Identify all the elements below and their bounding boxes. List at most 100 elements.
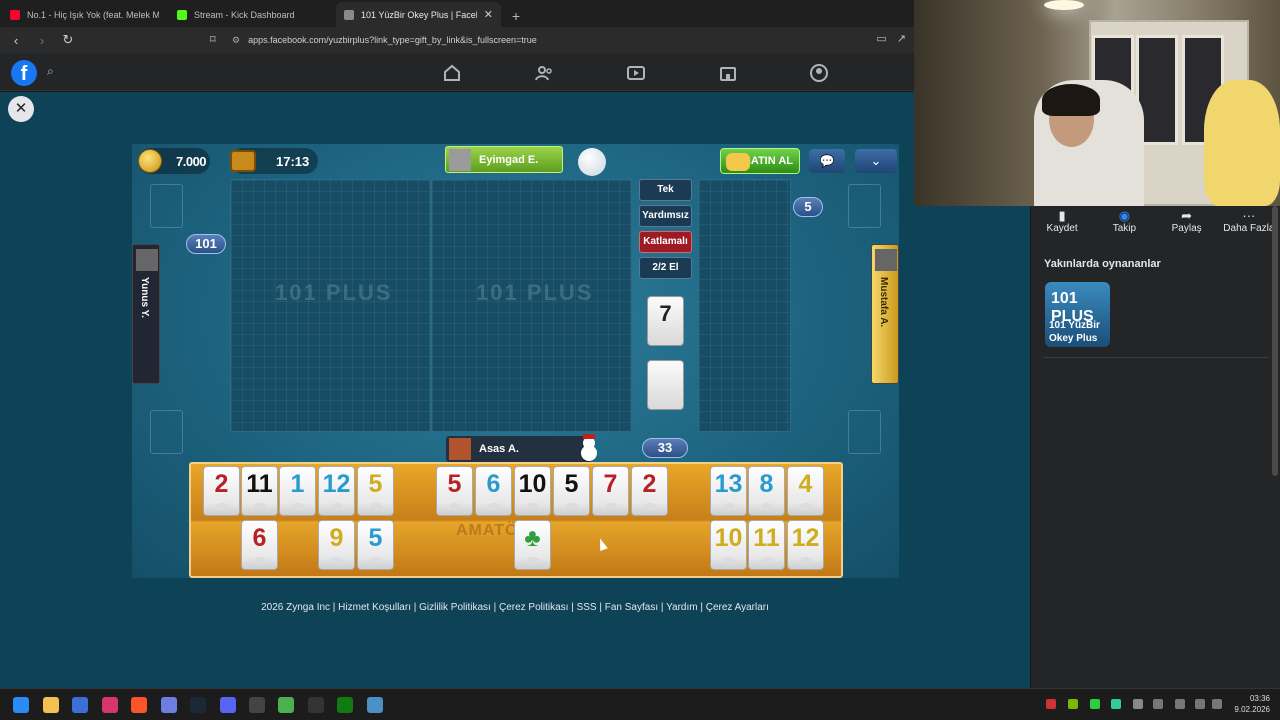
rack-tile[interactable]: 1 [279, 466, 316, 516]
my-player: Asas A. [446, 436, 592, 462]
rack-tile[interactable]: 10 [514, 466, 551, 516]
chest-icon [230, 150, 256, 172]
rack-tile[interactable]: 12 [318, 466, 355, 516]
app-icon[interactable] [249, 697, 265, 713]
share-icon[interactable]: ↗ [897, 32, 906, 45]
search-icon[interactable]: ⌕ [47, 64, 54, 79]
xbox-icon[interactable] [337, 697, 353, 713]
groups-icon[interactable] [808, 63, 830, 83]
tile-rack[interactable]: AMATÖR 2 11 1 12 5 5 6 10 5 7 2 13 8 4 6 9 5 ♣ 10 11 12 [189, 462, 843, 578]
facebook-logo-icon[interactable]: f [11, 60, 37, 86]
url-text: apps.facebook.com/yuzbirplus?link_type=g… [248, 35, 537, 45]
buy-button[interactable]: SATIN AL [720, 148, 800, 174]
windows-taskbar: 03:36 9.02.2026 [0, 688, 1280, 720]
plus-logo-icon: 101 PLUS [476, 280, 594, 305]
nvidia-icon[interactable] [1068, 699, 1078, 709]
rack-tile[interactable]: 5 [357, 466, 394, 516]
chevron-down-icon[interactable]: ⌄ [855, 149, 897, 173]
discard-board-center: 101 PLUS [431, 179, 632, 432]
microphone-icon[interactable] [1175, 699, 1185, 709]
rack-tile[interactable]: 5 [436, 466, 473, 516]
tray-icon[interactable] [1111, 699, 1121, 709]
forward-icon[interactable]: › [32, 30, 52, 50]
rack-tile[interactable]: 9 [318, 520, 355, 570]
okey-game[interactable]: 7.000 17:13 Eyimgad E. SATIN AL 💬 ⌄ 101 … [132, 144, 899, 578]
back-icon[interactable]: ‹ [6, 30, 26, 50]
tab-kick[interactable]: Stream - Kick Dashboard [169, 2, 334, 27]
rack-tile[interactable]: 2 [631, 466, 668, 516]
marketplace-icon[interactable] [717, 63, 739, 83]
discard-slot-bottomright[interactable] [848, 410, 881, 454]
site-info-icon[interactable]: ⚙ [232, 35, 240, 46]
top-player[interactable]: Eyimgad E. [445, 146, 563, 173]
recent-game-card[interactable]: 101 PLUS 101 YüzBir Okey Plus [1045, 282, 1110, 347]
rack-tile[interactable]: 5 [553, 466, 590, 516]
rack-tile[interactable]: 10 [710, 520, 747, 570]
chat-icon[interactable]: 💬 [809, 149, 845, 173]
footer-links[interactable]: 2026 Zynga Inc | Hizmet Koşulları | Gizl… [0, 602, 1030, 613]
share-button[interactable]: ➦ Paylaş [1156, 206, 1218, 246]
bookmark-icon[interactable]: ⌑ [210, 33, 216, 46]
chest-timer[interactable]: 17:13 [230, 148, 318, 174]
rack-tile[interactable]: 7 [592, 466, 629, 516]
rack-tile[interactable]: 5 [357, 520, 394, 570]
discard-slot-bottomleft[interactable] [150, 410, 183, 454]
system-clock[interactable]: 03:36 9.02.2026 [1234, 693, 1270, 715]
rack-tile[interactable]: 6 [475, 466, 512, 516]
tray-icon[interactable] [1046, 699, 1056, 709]
reload-icon[interactable]: ↻ [58, 30, 78, 50]
epic-icon[interactable] [308, 697, 324, 713]
avatar [449, 148, 471, 171]
reader-icon[interactable]: ▭ [876, 32, 886, 45]
indicator-tile: 7 [647, 296, 684, 346]
discord-icon[interactable] [220, 697, 236, 713]
close-fullscreen-icon[interactable]: ✕ [8, 96, 34, 122]
rack-tile[interactable]: 12 [787, 520, 824, 570]
webcam-overlay [914, 0, 1280, 206]
divider [1043, 357, 1269, 358]
discard-slot-topleft[interactable] [150, 184, 183, 228]
scrollbar[interactable] [1272, 206, 1278, 476]
friends-icon[interactable] [533, 63, 555, 83]
follow-button[interactable]: ◉ Takip [1093, 206, 1155, 246]
discard-slot-topright[interactable] [848, 184, 881, 228]
tray-icon[interactable] [1133, 699, 1143, 709]
tab-music[interactable]: No.1 - Hiç Işık Yok (feat. Melek M [2, 2, 167, 27]
more-button[interactable]: ··· Daha Fazla [1218, 206, 1280, 246]
close-tab-icon[interactable]: ✕ [484, 8, 493, 21]
display-icon[interactable] [1195, 699, 1205, 709]
instagram-icon[interactable] [102, 697, 118, 713]
rack-tile[interactable]: ♣ [514, 520, 551, 570]
tab-title: No.1 - Hiç Işık Yok (feat. Melek M [27, 9, 159, 20]
video-icon[interactable] [625, 63, 647, 83]
steam-icon[interactable] [190, 697, 206, 713]
rack-tile[interactable]: 8 [748, 466, 785, 516]
rack-tile[interactable]: 13 [710, 466, 747, 516]
home-icon[interactable] [441, 63, 463, 83]
tab-okey[interactable]: 101 YüzBir Okey Plus | Facebo ✕ [336, 2, 501, 27]
minecraft-icon[interactable] [278, 697, 294, 713]
app-icon[interactable] [72, 697, 88, 713]
right-player[interactable]: Mustafa A. [871, 244, 899, 384]
app-icon[interactable] [161, 697, 177, 713]
rack-tile[interactable]: 4 [787, 466, 824, 516]
app-icon[interactable] [367, 697, 383, 713]
file-explorer-icon[interactable] [43, 697, 59, 713]
left-player-name: Yunus Y. [139, 277, 150, 318]
speaker-icon[interactable] [1212, 699, 1222, 709]
rack-tile[interactable]: 11 [748, 520, 785, 570]
brave-icon[interactable] [131, 697, 147, 713]
rack-tile[interactable]: 11 [241, 466, 278, 516]
battery-icon[interactable] [1153, 699, 1163, 709]
tray-icon[interactable] [1090, 699, 1100, 709]
lamp-light [1044, 0, 1084, 10]
left-player[interactable]: Yunus Y. [132, 244, 160, 384]
discard-board-left: 101 PLUS [230, 179, 431, 432]
url-field[interactable]: ⚙ apps.facebook.com/yuzbirplus?link_type=… [232, 32, 537, 48]
rack-tile[interactable]: 2 [203, 466, 240, 516]
windows-start-icon[interactable] [13, 697, 29, 713]
new-tab-button[interactable]: + [505, 5, 527, 27]
save-button[interactable]: ▮ Kaydet [1031, 206, 1093, 246]
draw-pile-tile[interactable] [647, 360, 684, 410]
rack-tile[interactable]: 6 [241, 520, 278, 570]
